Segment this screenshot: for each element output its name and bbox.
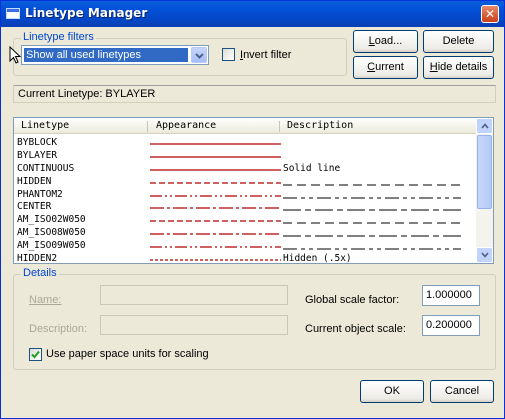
current-scale-label: Current object scale: [305,323,406,335]
list-row[interactable]: CENTER ____ _ ____ _ ____ _ __ [14,201,477,214]
linetype-name: CENTER [17,201,52,213]
current-button-mnemonic: C [367,61,376,73]
mouse-pointer-icon [9,46,21,64]
load-button[interactable]: Load... [353,30,418,53]
list-row[interactable]: HIDDEN __ __ __ __ __ __ __ __ [14,176,477,189]
linetype-appearance-preview [150,143,281,145]
current-linetype-text: Current Linetype: BYLAYER [18,88,156,100]
linetype-name: AM_ISO02W050 [17,214,86,226]
chevron-up-icon [481,123,489,129]
linetype-name: BYBLOCK [17,137,58,148]
details-label: Details [21,267,59,279]
selected-filter-value: Show all used linetypes [23,47,189,63]
chevron-down-icon [481,252,489,258]
column-divider[interactable] [279,121,280,132]
global-scale-input[interactable]: 1.000000 [422,285,480,306]
description-label: Description: [29,323,88,335]
linetype-appearance-preview [150,207,281,210]
scroll-up-button[interactable] [476,118,493,134]
list-scrollbar[interactable] [476,118,493,263]
linetype-name: PHANTOM2 [17,188,63,200]
ok-button[interactable]: OK [360,380,424,403]
current-button[interactable]: Current [353,56,418,79]
scroll-down-button[interactable] [476,247,493,263]
list-rows: BYBLOCK BYLAYER CONTINUOUS Solid line HIDDEN… [14,137,477,264]
linetype-description-pattern: ____ _ ____ _ ____ _ __ [283,209,461,211]
linetype-filters-label: Linetype filters [21,31,96,43]
linetype-description-pattern: ____ __ ____ __ ____ _ [283,235,461,237]
list-row[interactable]: AM_ISO08W050 ____ __ ____ __ ____ _ [14,227,477,240]
current-linetype-display: Current Linetype: BYLAYER [13,85,496,103]
linetype-appearance-preview [150,233,281,235]
column-header-description[interactable]: Description [287,120,353,131]
linetype-manager-dialog: Linetype Manager ✕ Linetype filters Show… [0,0,505,419]
delete-button[interactable]: Delete [423,30,494,53]
linetype-appearance-preview [150,169,281,171]
chevron-down-icon [195,53,204,59]
linetype-appearance-preview [150,182,281,184]
name-label: Name: [29,294,62,306]
current-scale-input[interactable]: 0.200000 [422,315,480,336]
load-button-rest: oad... [374,35,403,47]
window-title: Linetype Manager [25,6,148,20]
column-divider[interactable] [147,121,148,132]
list-row[interactable]: AM_ISO02W050 __ __ __ __ __ __ __ __ [14,214,477,227]
checkmark-icon [31,350,40,359]
linetype-description-pattern: ____ __ __ ____ __ __ [283,248,461,250]
current-button-rest: urrent [375,61,404,73]
global-scale-label: Global scale factor: [305,294,400,306]
linetype-list[interactable]: Linetype Appearance Description BYBLOCK B… [13,117,494,264]
list-row[interactable]: HIDDEN2 Hidden (.5x) [14,253,477,264]
linetype-appearance-preview [150,194,281,197]
linetype-appearance-preview [150,259,281,261]
linetype-name: AM_ISO08W050 [17,227,86,239]
invert-filter-checkbox[interactable] [222,48,235,61]
invert-filter-label-rest: nvert filter [243,49,292,61]
linetype-description-pattern: __ __ __ __ __ __ __ __ [283,222,461,224]
list-row[interactable]: AM_ISO09W050 ____ __ __ ____ __ __ [14,240,477,253]
name-field [100,285,288,305]
linetype-name: CONTINUOUS [17,162,75,174]
close-button[interactable]: ✕ [481,5,499,23]
linetype-description-pattern: ___ _ _ ___ _ _ ___ _ _ [283,197,461,199]
linetype-name: AM_ISO09W050 [17,240,86,252]
hide-details-button[interactable]: Hide details [423,56,494,79]
linetype-name: HIDDEN2 [17,253,58,264]
scroll-thumb[interactable] [477,135,492,209]
list-row[interactable]: BYBLOCK [14,137,477,150]
linetype-description: Solid line [283,162,341,174]
linetype-appearance-preview [150,156,281,158]
invert-filter-label: Invert filter [240,49,291,61]
list-row[interactable]: PHANTOM2 ___ _ _ ___ _ _ ___ _ _ [14,189,477,202]
description-field [100,315,288,335]
linetype-description: Hidden (.5x) [283,253,352,264]
hide-details-rest: ide details [437,61,488,73]
linetype-appearance-preview [150,246,281,248]
linetype-appearance-preview [150,220,281,222]
list-row[interactable]: CONTINUOUS Solid line [14,163,477,176]
linetype-name: HIDDEN [17,175,52,187]
title-bar: Linetype Manager ✕ [1,1,504,27]
list-row[interactable]: BYLAYER [14,150,477,163]
window-icon [6,8,20,19]
cancel-button[interactable]: Cancel [430,380,494,403]
linetype-filter-dropdown[interactable]: Show all used linetypes [21,45,209,65]
column-header-appearance[interactable]: Appearance [156,120,216,131]
paper-space-checkbox[interactable] [29,348,42,361]
linetype-name: BYLAYER [17,149,58,161]
hide-details-mnemonic: H [429,61,438,73]
column-header-linetype[interactable]: Linetype [21,120,69,131]
dropdown-arrow-button[interactable] [191,47,207,63]
list-header: Linetype Appearance Description [14,118,477,134]
paper-space-label: Use paper space units for scaling [46,348,209,360]
linetype-description-pattern: __ __ __ __ __ __ __ __ [283,184,461,186]
